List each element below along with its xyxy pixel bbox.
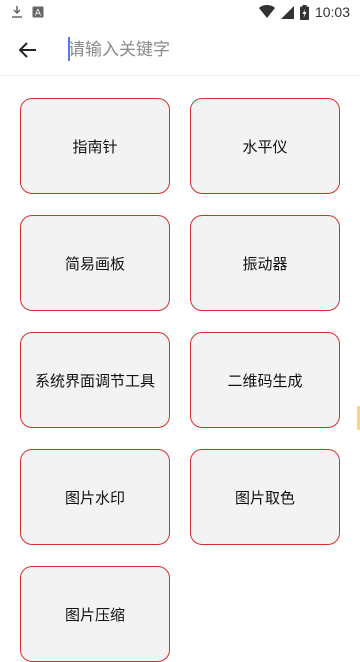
tool-image-compress[interactable]: 图片压缩	[20, 566, 170, 662]
tool-compass[interactable]: 指南针	[20, 98, 170, 194]
tool-system-ui-tuner[interactable]: 系统界面调节工具	[20, 332, 170, 428]
search-input[interactable]	[56, 29, 328, 70]
status-left: A	[10, 5, 44, 19]
tool-vibrator[interactable]: 振动器	[190, 215, 340, 311]
tool-label: 图片压缩	[64, 605, 125, 624]
status-bar: A 10:03	[0, 0, 360, 24]
text-cursor	[68, 37, 70, 61]
download-icon	[10, 5, 24, 19]
tool-label: 指南针	[72, 137, 118, 156]
svg-text:A: A	[35, 9, 42, 19]
tool-grid: 指南针 水平仪 简易画板 振动器 系统界面调节工具 二维码生成 图片水印 图片取…	[20, 98, 340, 662]
tool-label: 振动器	[242, 254, 288, 273]
tool-qr-generator[interactable]: 二维码生成	[190, 332, 340, 428]
tool-label: 系统界面调节工具	[34, 371, 155, 390]
search-bar	[0, 24, 360, 76]
status-time: 10:03	[314, 4, 350, 20]
tool-label: 图片水印	[64, 488, 125, 507]
tool-sketchpad[interactable]: 简易画板	[20, 215, 170, 311]
tool-label: 二维码生成	[227, 371, 303, 390]
signal-icon	[280, 5, 294, 19]
tool-image-color-picker[interactable]: 图片取色	[190, 449, 340, 545]
tool-image-watermark[interactable]: 图片水印	[20, 449, 170, 545]
arrow-left-icon	[19, 41, 37, 59]
back-button[interactable]	[0, 24, 56, 76]
wifi-icon	[258, 5, 275, 19]
tool-label: 简易画板	[64, 254, 125, 273]
tool-label: 图片取色	[234, 488, 295, 507]
status-right: 10:03	[258, 4, 350, 20]
tool-label: 水平仪	[242, 137, 288, 156]
tool-level[interactable]: 水平仪	[190, 98, 340, 194]
a-notification-icon: A	[32, 6, 44, 18]
battery-icon	[299, 4, 309, 20]
